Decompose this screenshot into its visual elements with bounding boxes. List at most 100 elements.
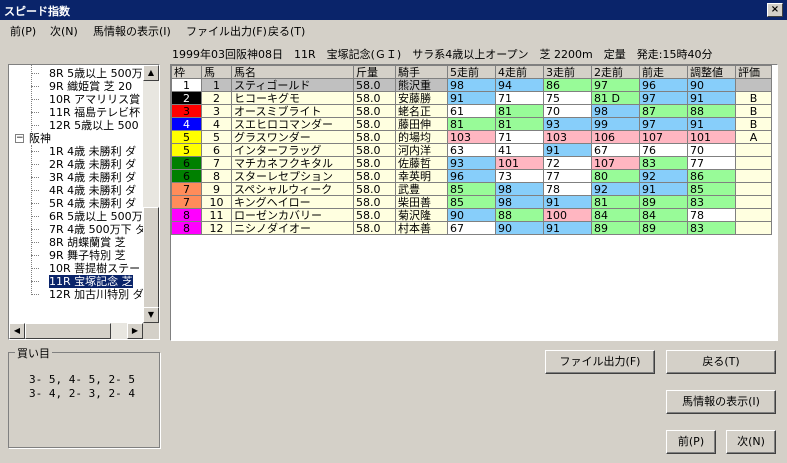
- table-row[interactable]: 7 9 スペシャルウィーク 58.0 武豊 85 98 78 92 91 85: [171, 182, 772, 196]
- table-row[interactable]: 2 2 ヒコーキグモ 58.0 安藤勝 91 71 75 81 D 97 91 B: [171, 91, 772, 105]
- tree-item-race[interactable]: 2R 4歳 未勝利 ダ: [49, 158, 136, 171]
- run3-cell: 91: [543, 221, 592, 235]
- speed-index-grid[interactable]: 枠馬馬名 斤量 騎手 5走前 4走前 3走前 2走前 前走 調整値 評価 1 1 スティゴールド 58.…: [170, 64, 778, 341]
- run1-cell: 97: [639, 91, 688, 105]
- adjusted-cell: 91: [687, 117, 736, 131]
- tree-item-race[interactable]: 7R 4歳 500万下 ダ: [49, 223, 146, 236]
- tree-item-race[interactable]: 12R 5歳以上 500: [49, 119, 139, 132]
- tree-item-race[interactable]: 8R 胡蝶蘭賞 芝: [49, 236, 126, 249]
- table-row[interactable]: 8 11 ローゼンカバリー 58.0 菊沢隆 90 88 100 84 84 78: [171, 208, 772, 222]
- run5-cell: 85: [447, 182, 496, 196]
- tree-horizontal-scrollbar[interactable]: ◀ ▶: [9, 323, 143, 339]
- table-row[interactable]: 6 7 マチカネフクキタル 58.0 佐藤哲 93 101 72 107 83 77: [171, 156, 772, 170]
- column-header[interactable]: 5走前: [447, 65, 496, 79]
- prev-button[interactable]: 前(P): [666, 430, 716, 454]
- run3-cell: 91: [543, 195, 592, 209]
- table-row[interactable]: 1 1 スティゴールド 58.0 熊沢重 98 94 86 97 96 90: [171, 78, 772, 92]
- column-header[interactable]: 斤量: [353, 65, 396, 79]
- evaluation-cell: B: [735, 91, 772, 105]
- tree-connector: [31, 268, 39, 269]
- tree-item-race[interactable]: 9R 織姫賞 芝 20: [49, 80, 132, 93]
- horse-number-cell: 3: [201, 104, 232, 118]
- run4-cell: 81: [495, 117, 544, 131]
- run4-cell: 71: [495, 91, 544, 105]
- column-header[interactable]: 調整値: [687, 65, 736, 79]
- tree-item-race[interactable]: 1R 4歳 未勝利 ダ: [49, 145, 136, 158]
- column-header[interactable]: 評価: [735, 65, 772, 79]
- tree-item-race[interactable]: 12R 加古川特別 ダ: [49, 288, 144, 301]
- menu-next[interactable]: 次(N): [50, 23, 78, 39]
- next-button[interactable]: 次(N): [726, 430, 776, 454]
- run2-cell: 81 D: [591, 91, 640, 105]
- table-row[interactable]: 5 6 インターフラッグ 58.0 河内洋 63 41 91 67 76 70: [171, 143, 772, 157]
- tree-item-race[interactable]: 10R アマリリス賞: [49, 93, 140, 106]
- scroll-up-icon[interactable]: ▲: [143, 65, 159, 81]
- table-row[interactable]: 8 12 ニシノダイオー 58.0 村本善 67 90 91 89 89 83: [171, 221, 772, 235]
- tree-item-race[interactable]: 10R 菩提樹ステー: [49, 262, 140, 275]
- collapse-icon[interactable]: −: [15, 134, 24, 143]
- run3-cell: 93: [543, 117, 592, 131]
- run2-cell: 67: [591, 143, 640, 157]
- waku-cell: 7: [171, 195, 202, 209]
- run4-cell: 98: [495, 195, 544, 209]
- scroll-down-icon[interactable]: ▼: [143, 307, 159, 323]
- close-button[interactable]: ×: [767, 3, 783, 17]
- run3-cell: 91: [543, 143, 592, 157]
- column-header[interactable]: 枠: [171, 65, 202, 79]
- scroll-right-icon[interactable]: ▶: [127, 323, 143, 339]
- column-header[interactable]: 馬名: [231, 65, 354, 79]
- tree-item-race[interactable]: 8R 5歳以上 500万: [49, 67, 143, 80]
- column-header[interactable]: 3走前: [543, 65, 592, 79]
- tree-item-race[interactable]: 3R 4歳 未勝利 ダ: [49, 171, 136, 184]
- jockey-cell: 蛯名正: [395, 104, 448, 118]
- evaluation-cell: [735, 156, 772, 170]
- tree-item-race[interactable]: 4R 4歳 未勝利 ダ: [49, 184, 136, 197]
- horse-number-cell: 2: [201, 91, 232, 105]
- table-row[interactable]: 5 5 グラスワンダー 58.0 的場均 103 71 103 106 107 101 A: [171, 130, 772, 144]
- back-button[interactable]: 戻る(T): [666, 350, 776, 374]
- horse-info-button[interactable]: 馬情報の表示(I): [666, 390, 776, 414]
- scroll-left-icon[interactable]: ◀: [9, 323, 25, 339]
- weight-cell: 58.0: [353, 156, 396, 170]
- adjusted-cell: 78: [687, 208, 736, 222]
- menu-horse-info[interactable]: 馬情報の表示(I): [93, 23, 171, 39]
- tree-item-race[interactable]: 9R 舞子特別 芝: [49, 249, 126, 262]
- table-row[interactable]: 3 3 オースミブライト 58.0 蛯名正 61 81 70 98 87 88 B: [171, 104, 772, 118]
- menu-back[interactable]: 戻る(T): [268, 23, 305, 39]
- weight-cell: 58.0: [353, 91, 396, 105]
- menu-prev[interactable]: 前(P): [10, 23, 36, 39]
- table-header-row: 枠馬馬名 斤量 騎手 5走前 4走前 3走前 2走前 前走 調整値 評価: [171, 65, 772, 79]
- vertical-scroll-thumb[interactable]: [143, 207, 159, 311]
- menu-file-output[interactable]: ファイル出力(F): [186, 23, 267, 39]
- run2-cell: 89: [591, 221, 640, 235]
- table-row[interactable]: 4 4 スエヒロコマンダー 58.0 藤田伸 81 81 93 99 97 91 B: [171, 117, 772, 131]
- kaime-line-2: 3- 4, 2- 3, 2- 4: [29, 387, 135, 400]
- file-output-button[interactable]: ファイル出力(F): [545, 350, 655, 374]
- tree-item-race[interactable]: 11R 福島テレビ杯: [49, 106, 140, 119]
- waku-cell: 7: [171, 182, 202, 196]
- horse-number-cell: 10: [201, 195, 232, 209]
- table-row[interactable]: 6 8 スターレセプション 58.0 幸英明 96 73 77 80 92 86: [171, 169, 772, 183]
- tree-vertical-scrollbar[interactable]: ▲ ▼: [143, 65, 159, 323]
- column-header[interactable]: 2走前: [591, 65, 640, 79]
- horse-name-cell: オースミブライト: [231, 104, 354, 118]
- tree-item-race[interactable]: 6R 5歳以上 500万: [49, 210, 143, 223]
- table-row[interactable]: 7 10 キングヘイロー 58.0 柴田善 85 98 91 81 89 83: [171, 195, 772, 209]
- tree-item-venue[interactable]: 阪神: [29, 132, 51, 145]
- horse-name-cell: スターレセプション: [231, 169, 354, 183]
- weight-cell: 58.0: [353, 169, 396, 183]
- weight-cell: 58.0: [353, 104, 396, 118]
- tree-connector: [31, 229, 39, 230]
- waku-cell: 6: [171, 169, 202, 183]
- tree-item-race[interactable]: 11R 宝塚記念 芝: [49, 275, 133, 288]
- column-header[interactable]: 馬: [201, 65, 232, 79]
- column-header[interactable]: 前走: [639, 65, 688, 79]
- horizontal-scroll-thumb[interactable]: [25, 323, 111, 339]
- tree-item-race[interactable]: 5R 4歳 未勝利 ダ: [49, 197, 136, 210]
- adjusted-cell: 77: [687, 156, 736, 170]
- column-header[interactable]: 4走前: [495, 65, 544, 79]
- race-tree[interactable]: 8R 5歳以上 500万 9R 織姫賞 芝 20 10R アマリリス賞 11R 福島テ…: [8, 64, 160, 340]
- column-header[interactable]: 騎手: [395, 65, 448, 79]
- adjusted-cell: 88: [687, 104, 736, 118]
- run1-cell: 91: [639, 182, 688, 196]
